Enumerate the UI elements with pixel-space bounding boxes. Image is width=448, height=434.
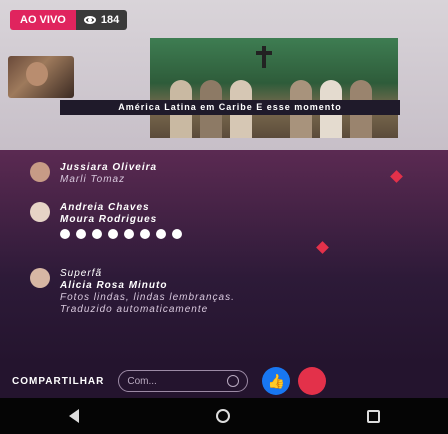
share-button[interactable]: COMPARTILHAR [12, 376, 104, 387]
love-icon[interactable] [298, 367, 327, 395]
host-thumbnail[interactable] [8, 56, 74, 98]
comment-item[interactable]: Andreia Chaves Moura Rodrigues [30, 202, 428, 239]
action-bar: COMPARTILHAR Com... 👍 [0, 364, 448, 398]
comment-placeholder: Com... [127, 375, 157, 387]
system-nav-bar [0, 398, 448, 434]
avatar[interactable] [30, 202, 50, 222]
translation-label[interactable]: Traduzido automaticamente [60, 304, 235, 316]
live-badge: AO VIVO 184 [10, 10, 128, 30]
smile-icon[interactable] [227, 375, 240, 387]
comment-input[interactable]: Com... [118, 370, 249, 392]
comment-text: Moura Rodrigues [60, 214, 158, 225]
comment-author[interactable]: Andreia Chaves [60, 202, 182, 214]
eye-icon [83, 16, 96, 24]
comment-author[interactable]: Jussiara Oliveira [60, 162, 157, 174]
viewer-count: 184 [75, 10, 128, 30]
live-label: AO VIVO [10, 10, 76, 30]
like-icon[interactable]: 👍 [262, 367, 291, 395]
heart-icon [316, 241, 329, 254]
home-icon[interactable] [215, 409, 230, 423]
cross-icon [256, 46, 272, 68]
comment-item[interactable]: Jussiara Oliveira Marli Tomaz [30, 162, 428, 186]
emoji-row [60, 229, 182, 239]
back-icon[interactable] [68, 409, 79, 423]
recent-apps-icon[interactable] [366, 409, 380, 423]
comment-item[interactable]: Superfã Alicia Rosa Minuto Fotos lindas,… [30, 268, 428, 316]
avatar[interactable] [30, 268, 50, 288]
viewer-count-value: 184 [100, 14, 120, 26]
comments-section: Jussiara Oliveira Marli Tomaz Andreia Ch… [0, 150, 448, 364]
comment-author[interactable]: Alicia Rosa Minuto [60, 280, 235, 292]
avatar[interactable] [30, 162, 50, 182]
superfan-badge: Superfã [60, 268, 103, 279]
video-panel[interactable] [150, 38, 398, 138]
comment-text: Marli Tomaz [60, 174, 126, 185]
comment-text: Fotos lindas, lindas lembranças. [60, 292, 235, 303]
video-caption: América Latina em Caribe E esse momento [60, 100, 400, 115]
